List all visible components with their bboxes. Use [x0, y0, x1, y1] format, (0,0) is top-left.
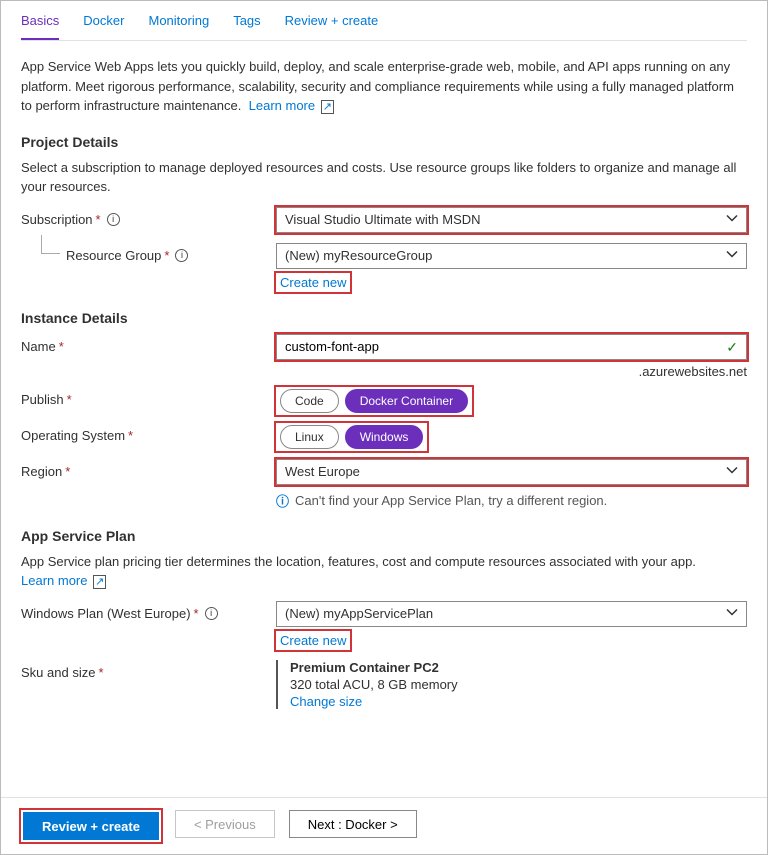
chevron-down-icon [726, 248, 738, 263]
plan-learn-more-link[interactable]: Learn more [21, 573, 106, 588]
learn-more-link[interactable]: Learn more [249, 98, 334, 113]
external-link-icon [319, 98, 334, 113]
create-new-rg-link[interactable]: Create new [276, 273, 350, 292]
info-icon[interactable]: i [107, 213, 120, 226]
info-icon[interactable]: i [205, 607, 218, 620]
tab-tags[interactable]: Tags [233, 13, 260, 40]
plan-label: Windows Plan (West Europe)* i [21, 601, 276, 621]
section-plan-desc: App Service plan pricing tier determines… [21, 552, 747, 591]
name-input[interactable]: ✓ [276, 334, 747, 360]
resource-group-value: (New) myResourceGroup [285, 248, 432, 263]
check-icon: ✓ [726, 339, 738, 356]
intro-text: App Service Web Apps lets you quickly bu… [21, 57, 747, 116]
os-linux-pill[interactable]: Linux [280, 425, 339, 449]
create-new-plan-link[interactable]: Create new [276, 631, 350, 650]
intro-body: App Service Web Apps lets you quickly bu… [21, 59, 734, 113]
os-windows-pill[interactable]: Windows [345, 425, 424, 449]
tab-monitoring[interactable]: Monitoring [148, 13, 209, 40]
external-link-icon [91, 573, 106, 588]
tab-bar: Basics Docker Monitoring Tags Review + c… [21, 1, 747, 41]
subscription-select[interactable]: Visual Studio Ultimate with MSDN [276, 207, 747, 233]
footer-bar: Review + create < Previous Next : Docker [1, 797, 767, 854]
sku-detail: 320 total ACU, 8 GB memory [290, 677, 747, 692]
publish-label: Publish* [21, 387, 276, 407]
next-button[interactable]: Next : Docker [289, 810, 417, 838]
region-select[interactable]: West Europe [276, 459, 747, 485]
subscription-value: Visual Studio Ultimate with MSDN [285, 212, 481, 227]
publish-code-pill[interactable]: Code [280, 389, 339, 413]
name-input-field[interactable] [285, 339, 718, 354]
previous-button: < Previous [175, 810, 275, 838]
section-plan-title: App Service Plan [21, 528, 747, 544]
publish-docker-pill[interactable]: Docker Container [345, 389, 468, 413]
plan-value: (New) myAppServicePlan [285, 606, 433, 621]
chevron-down-icon [726, 606, 738, 621]
review-create-button[interactable]: Review + create [23, 812, 159, 840]
sku-label: Sku and size* [21, 660, 276, 680]
info-icon[interactable]: i [175, 249, 188, 262]
chevron-down-icon [726, 212, 738, 227]
subscription-label: Subscription* i [21, 207, 276, 227]
tab-review[interactable]: Review + create [285, 13, 379, 40]
name-suffix: .azurewebsites.net [276, 364, 747, 379]
name-label: Name* [21, 334, 276, 354]
resource-group-select[interactable]: (New) myResourceGroup [276, 243, 747, 269]
region-label: Region* [21, 459, 276, 479]
tab-docker[interactable]: Docker [83, 13, 124, 40]
section-project-desc: Select a subscription to manage deployed… [21, 158, 747, 197]
os-label: Operating System* [21, 423, 276, 443]
region-hint: Can't find your App Service Plan, try a … [295, 493, 607, 508]
plan-select[interactable]: (New) myAppServicePlan [276, 601, 747, 627]
tab-basics[interactable]: Basics [21, 13, 59, 40]
sku-info: Premium Container PC2 320 total ACU, 8 G… [276, 660, 747, 709]
change-size-link[interactable]: Change size [290, 694, 362, 709]
section-instance-title: Instance Details [21, 310, 747, 326]
chevron-down-icon [726, 464, 738, 479]
region-value: West Europe [285, 464, 360, 479]
sku-title: Premium Container PC2 [290, 660, 747, 675]
info-icon: ⓘ [276, 491, 289, 510]
resource-group-label: Resource Group* i [21, 243, 276, 263]
section-project-title: Project Details [21, 134, 747, 150]
